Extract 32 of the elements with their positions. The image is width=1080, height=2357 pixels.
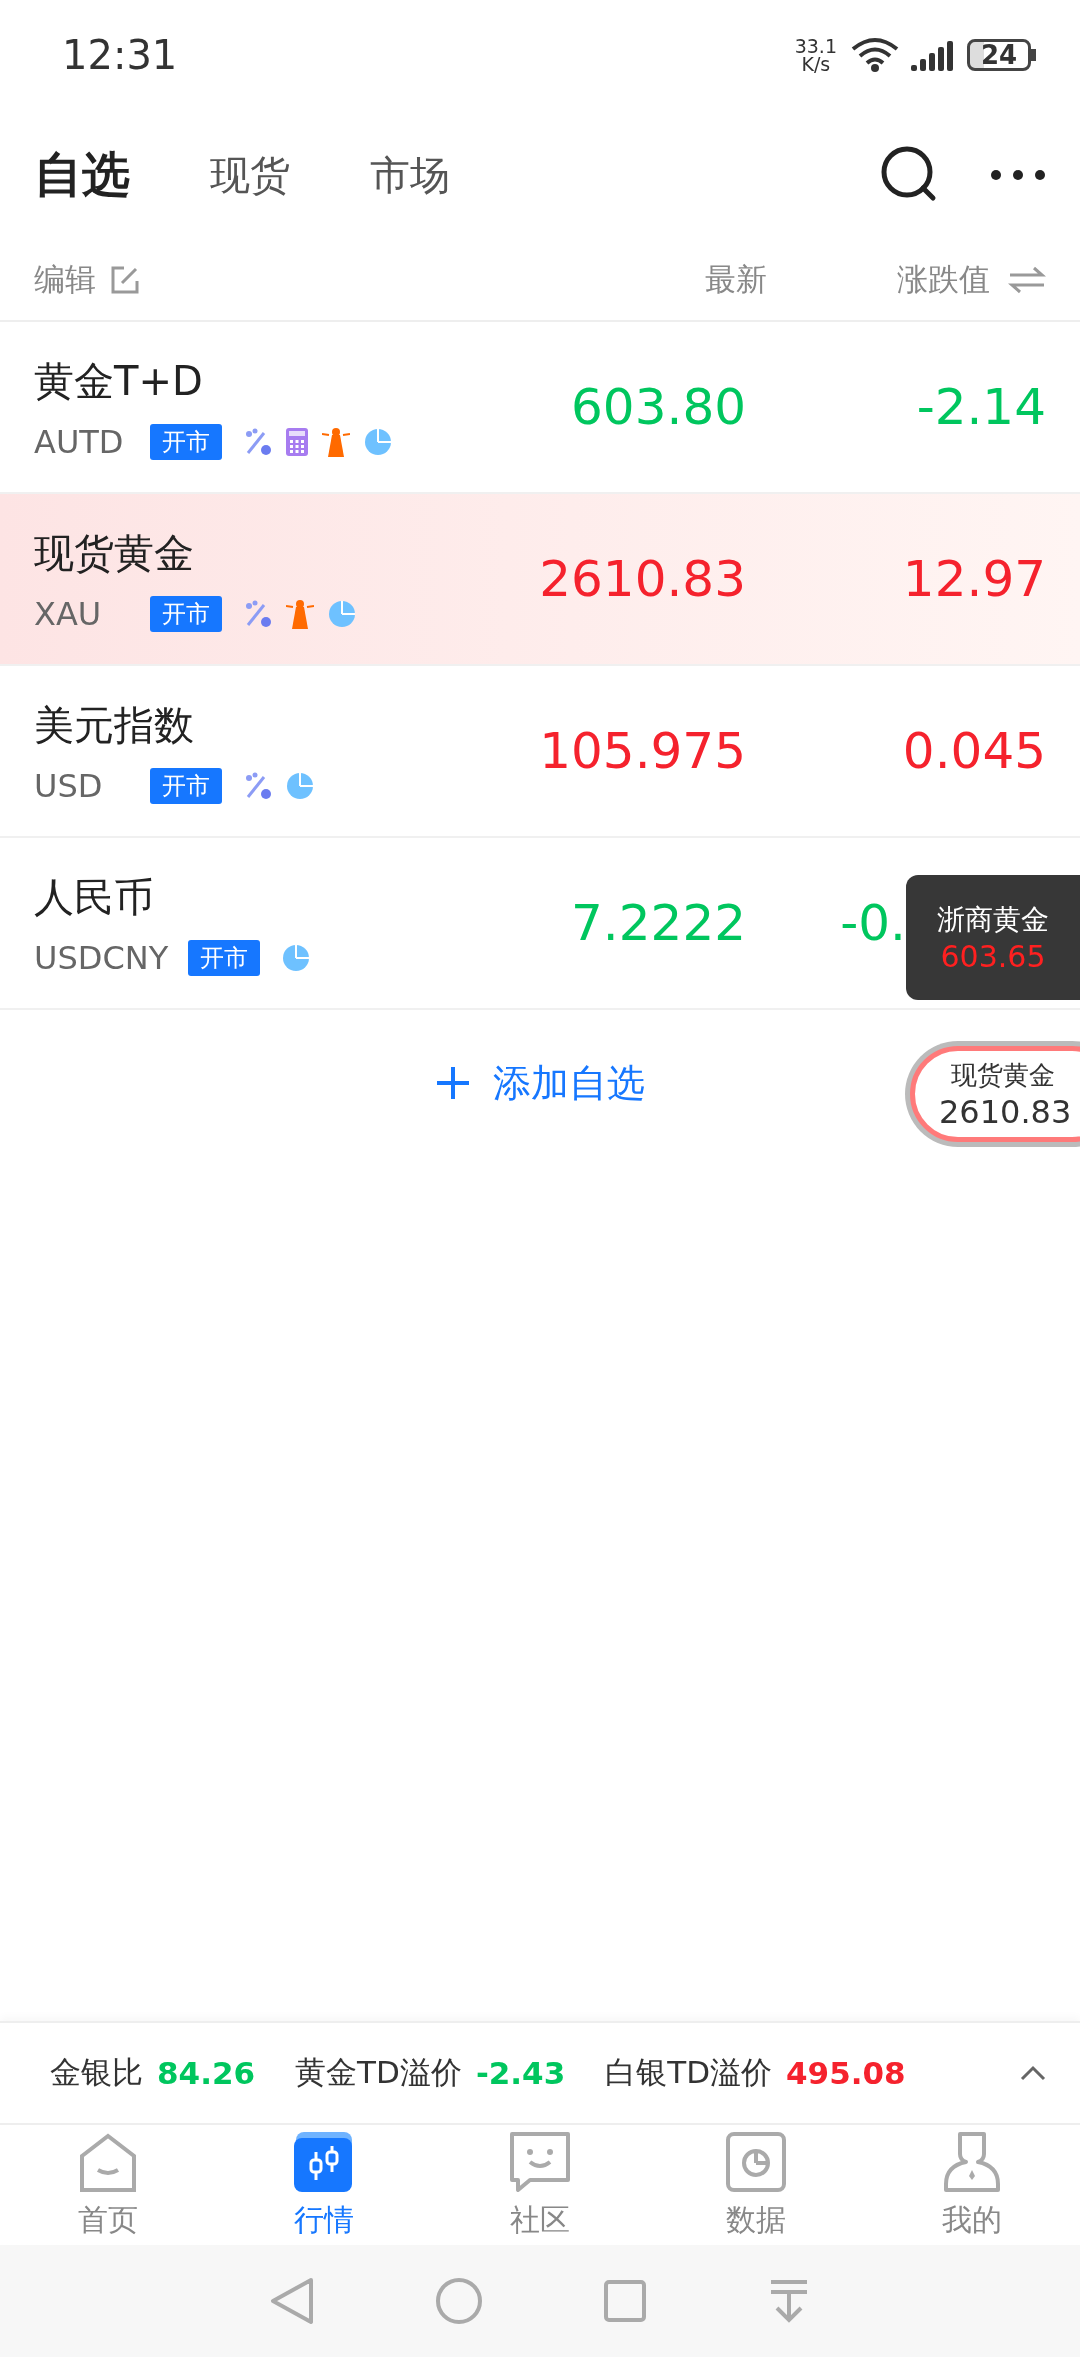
instrument-name: 人民币	[34, 872, 155, 922]
instrument-name: 美元指数	[34, 700, 195, 750]
ticker-value: -2.43	[475, 2055, 566, 2091]
instrument-name: 现货黄金	[34, 528, 195, 578]
clock: 12:31	[62, 32, 179, 78]
tooltip-price: 603.65	[940, 939, 1046, 974]
price-change: 12.97	[901, 550, 1046, 608]
instrument-code: USD	[34, 766, 104, 805]
price-change: 0.045	[901, 722, 1046, 780]
market-status: 开市	[150, 767, 222, 804]
instrument-code: AUTD	[34, 422, 125, 461]
latest-price: 7.2222	[570, 894, 746, 952]
instrument-code: USDCNY	[34, 938, 169, 977]
instrument-name: 黄金T+D	[34, 356, 204, 406]
ticker-value: 495.08	[786, 2055, 906, 2091]
ticker-label: 白银TD溢价	[605, 2053, 773, 2092]
column-header: 最新	[704, 260, 767, 299]
network-speed: 33.1	[794, 37, 837, 55]
price-change: -2.14	[915, 378, 1046, 436]
latest-price: 105.975	[538, 722, 746, 780]
ticker-label: 金银比	[50, 2053, 143, 2092]
market-status: 开市	[188, 939, 261, 976]
latest-price: 603.80	[570, 378, 746, 436]
market-status: 开市	[150, 423, 222, 460]
instrument-code: XAU	[34, 594, 103, 633]
market-status: 开市	[150, 595, 222, 632]
ticker-value: 84.26	[157, 2055, 256, 2091]
price-change: -0.	[839, 894, 906, 952]
latest-price: 2610.83	[538, 550, 746, 608]
tooltip-title: 浙商黄金	[937, 902, 1049, 938]
network-speed-unit: K/s	[801, 55, 831, 73]
ticker-label: 黄金TD溢价	[295, 2053, 462, 2092]
